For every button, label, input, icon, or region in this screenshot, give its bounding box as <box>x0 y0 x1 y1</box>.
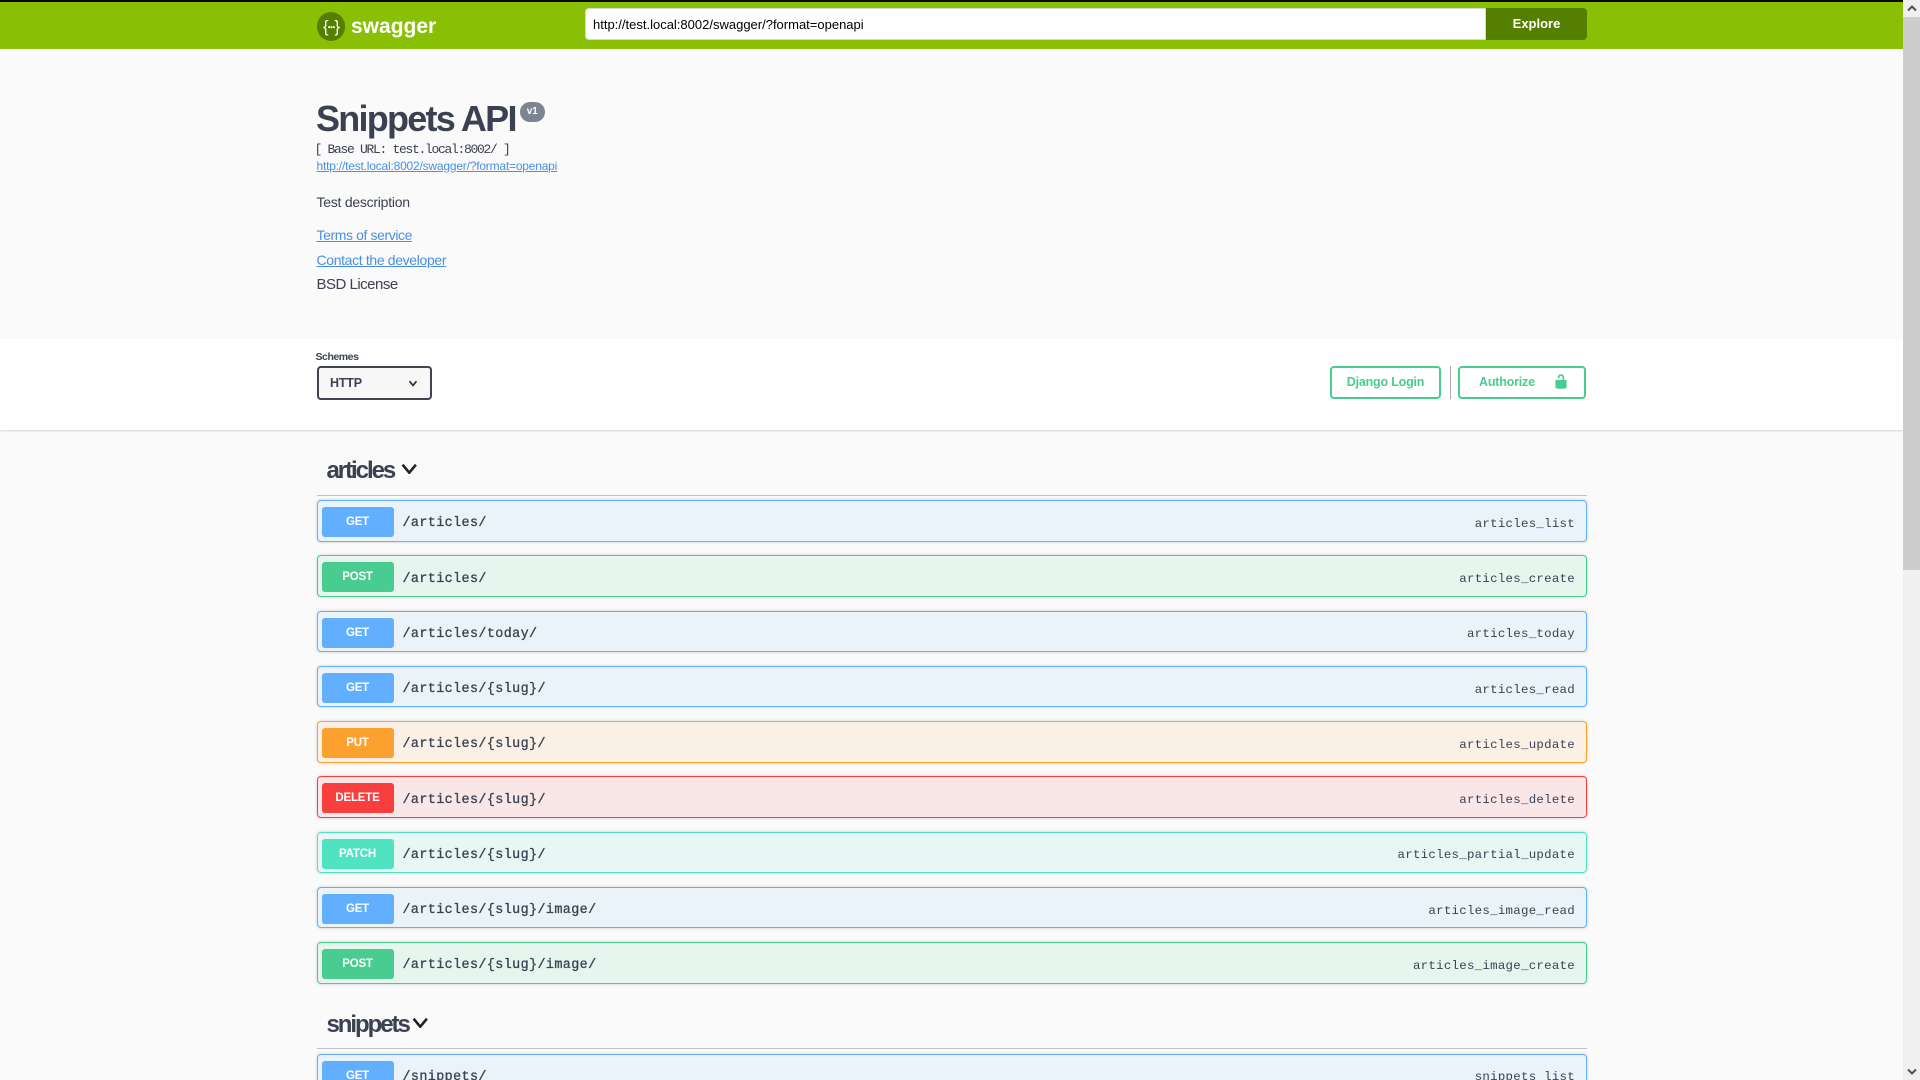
svg-text:}: } <box>334 18 340 36</box>
svg-text:{: { <box>322 18 328 36</box>
